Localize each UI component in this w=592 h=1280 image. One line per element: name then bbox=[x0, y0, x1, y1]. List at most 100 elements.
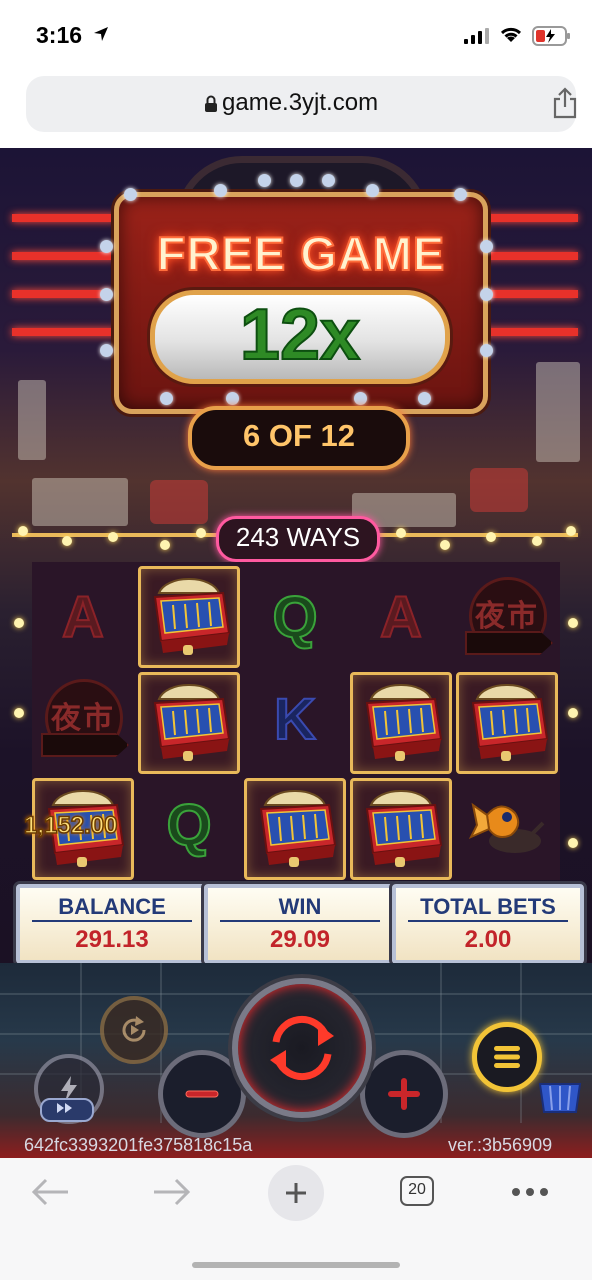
hamburger-icon bbox=[494, 1046, 520, 1068]
reel-cell-winning bbox=[350, 672, 452, 774]
frame-bulb bbox=[568, 838, 578, 848]
frame-bulb bbox=[108, 532, 118, 542]
multiplier-text: 12x bbox=[239, 294, 361, 376]
location-arrow-icon bbox=[94, 27, 108, 41]
url-text[interactable]: game.3yjt.com bbox=[222, 89, 378, 117]
frame-bulb bbox=[568, 618, 578, 628]
frame-bulb bbox=[568, 708, 578, 718]
reel-cell: 夜市 bbox=[456, 566, 558, 668]
marquee-bulb bbox=[258, 174, 271, 187]
win-label: WIN bbox=[278, 894, 322, 919]
lock-icon bbox=[205, 95, 217, 112]
replay-button[interactable] bbox=[100, 996, 168, 1064]
frame-bulb bbox=[532, 536, 542, 546]
frame-bulb bbox=[160, 540, 170, 550]
pinball-machine-icon bbox=[365, 789, 443, 867]
pinball-machine-icon bbox=[153, 577, 231, 655]
marquee-bulb bbox=[124, 188, 137, 201]
night-market-symbol: 夜市 bbox=[39, 679, 129, 759]
marquee-bulb bbox=[160, 392, 173, 405]
marquee-bulb bbox=[226, 392, 239, 405]
session-id: 642fc3393201fe375818c15a bbox=[24, 1135, 253, 1155]
frame-bulb bbox=[396, 528, 406, 538]
marquee-bulb bbox=[480, 288, 493, 301]
ways-text: 243 WAYS bbox=[235, 522, 361, 552]
marquee-bulb bbox=[480, 344, 493, 357]
spin-button[interactable] bbox=[232, 978, 372, 1118]
address-bar[interactable]: game.3yjt.com bbox=[26, 76, 578, 132]
reel-cell: Q bbox=[138, 774, 240, 876]
more-icon[interactable] bbox=[510, 1186, 550, 1198]
reel-cell bbox=[456, 774, 558, 876]
status-bar: 3:16 bbox=[0, 0, 592, 72]
frame-bulb bbox=[566, 526, 576, 536]
symbol-a: A bbox=[379, 584, 423, 651]
neon-stripe bbox=[478, 252, 578, 260]
reel-cell-winning bbox=[456, 672, 558, 774]
total-bets-label: TOTAL BETS bbox=[420, 894, 556, 919]
wifi-icon bbox=[500, 27, 522, 42]
home-indicator bbox=[192, 1262, 400, 1268]
reel-cell: A bbox=[350, 566, 452, 668]
night-market-arrow-icon bbox=[465, 631, 553, 655]
symbol-k: K bbox=[273, 686, 317, 753]
replay-icon bbox=[122, 1016, 146, 1042]
pinball-machine-icon bbox=[153, 683, 231, 761]
tab-count[interactable]: 20 bbox=[400, 1181, 434, 1199]
total-bets-panel: TOTAL BETS 2.00 bbox=[392, 884, 584, 964]
total-bets-value: 2.00 bbox=[464, 926, 512, 953]
new-tab-button[interactable] bbox=[268, 1165, 324, 1221]
reel-column: 夜市 bbox=[456, 562, 560, 880]
pinball-machine-icon bbox=[365, 683, 443, 761]
symbol-q: Q bbox=[271, 584, 318, 651]
frame-bulb bbox=[62, 536, 72, 546]
divider bbox=[32, 920, 192, 922]
frame-bulb bbox=[440, 540, 450, 550]
reel-column: A bbox=[350, 562, 454, 880]
goldfish-icon bbox=[468, 802, 545, 853]
balance-value: 291.13 bbox=[75, 926, 149, 953]
balance-label: BALANCE bbox=[58, 894, 166, 919]
battery-charging-icon bbox=[532, 26, 570, 46]
frame-bulb bbox=[14, 708, 24, 718]
frame-bulb bbox=[196, 528, 206, 538]
frame-bulb bbox=[18, 526, 28, 536]
marquee-bulb bbox=[214, 184, 227, 197]
free-game-title: FREE GAME bbox=[156, 226, 446, 281]
neon-stripe bbox=[478, 290, 578, 298]
marquee-bulb bbox=[366, 184, 379, 197]
reel-cell-winning bbox=[244, 778, 346, 880]
plus-icon bbox=[286, 1183, 306, 1203]
night-market-symbol: 夜市 bbox=[463, 577, 553, 657]
reel-cell: 夜市 bbox=[32, 668, 134, 770]
reel-cell-winning bbox=[138, 566, 240, 668]
marquee-bulb bbox=[290, 174, 303, 187]
fast-forward-icon[interactable] bbox=[40, 1098, 94, 1122]
reel-column: Q bbox=[138, 562, 242, 880]
marquee-bulb bbox=[100, 288, 113, 301]
background-sign bbox=[18, 380, 46, 460]
basket-icon bbox=[538, 1083, 582, 1113]
share-icon[interactable] bbox=[552, 87, 578, 119]
marquee-bulb bbox=[354, 392, 367, 405]
increase-bet-button[interactable] bbox=[360, 1050, 448, 1138]
pinball-machine-icon bbox=[471, 683, 549, 761]
neon-stripe bbox=[12, 214, 116, 222]
back-arrow-icon[interactable] bbox=[30, 1178, 70, 1206]
night-market-text: 夜市 bbox=[51, 701, 115, 736]
neon-stripe bbox=[12, 328, 116, 336]
menu-button[interactable] bbox=[472, 1022, 542, 1092]
game-viewport[interactable]: FREE GAME 12x 6 OF 12 243 WAYS A 夜市 Q Q … bbox=[0, 148, 592, 1158]
forward-arrow-icon[interactable] bbox=[152, 1178, 192, 1206]
win-value: 29.09 bbox=[269, 926, 331, 953]
balance-panel: BALANCE 291.13 bbox=[16, 884, 208, 964]
night-market-arrow-icon bbox=[41, 733, 129, 757]
frame-bulb bbox=[14, 618, 24, 628]
background-sign bbox=[150, 480, 208, 524]
divider bbox=[220, 920, 380, 922]
version-label: ver.:3b56909 bbox=[448, 1135, 553, 1155]
round-counter-text: 6 OF 12 bbox=[243, 418, 355, 453]
plus-icon bbox=[388, 1078, 420, 1110]
win-amount-label: 1,152.00 bbox=[23, 811, 118, 840]
marquee-bulb bbox=[100, 240, 113, 253]
